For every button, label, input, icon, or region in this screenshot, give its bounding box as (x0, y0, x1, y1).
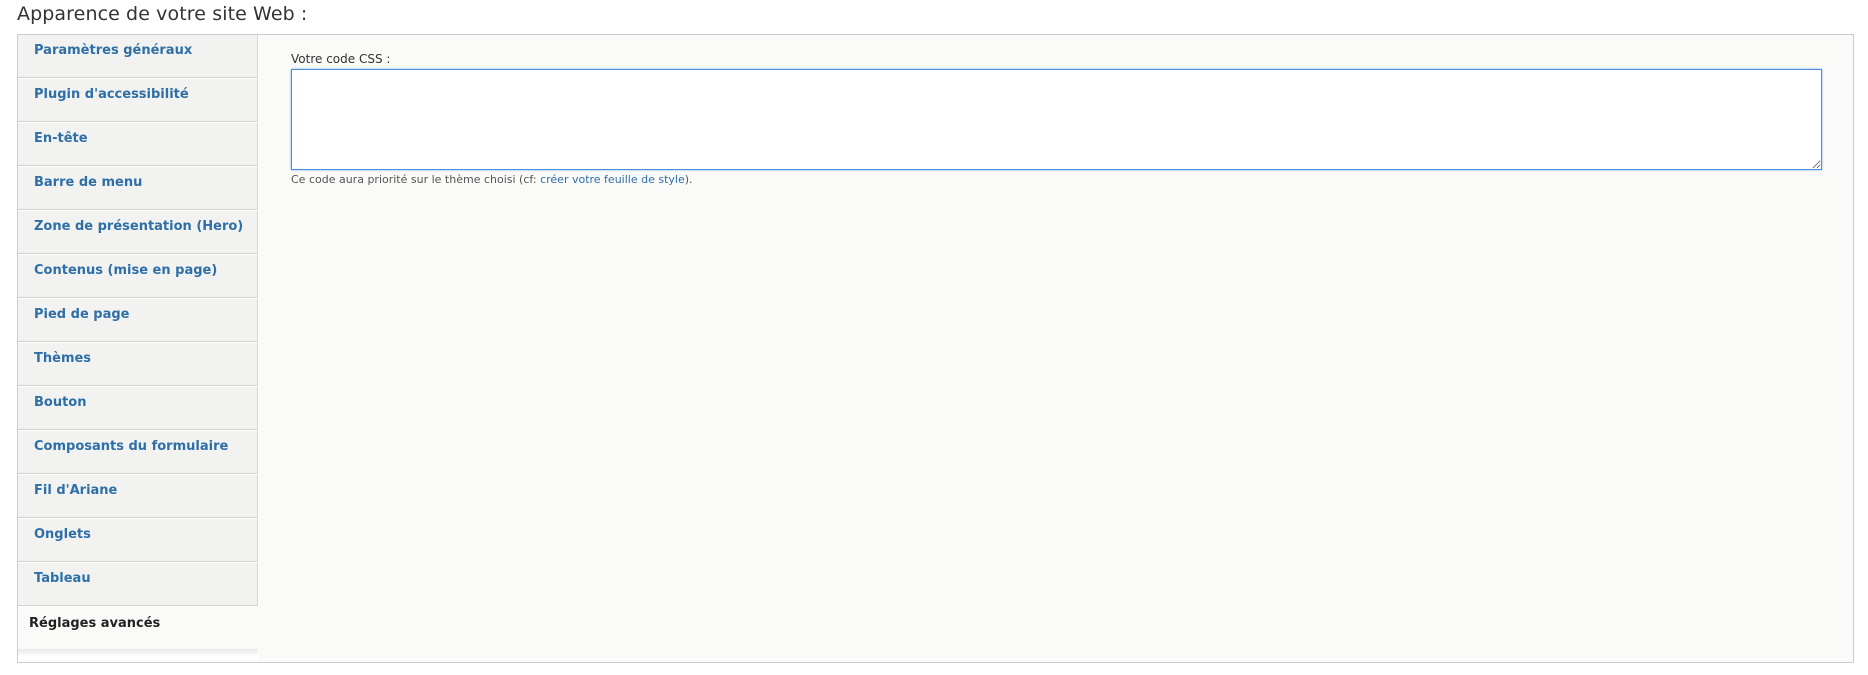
vtab-label: Composants du formulaire (34, 439, 229, 454)
settings-panel: Paramètres généraux Plugin d'accessibili… (17, 34, 1854, 663)
vtab-label: Tableau (34, 571, 91, 586)
css-help-suffix: ). (684, 173, 693, 186)
vtab-label: Bouton (34, 395, 87, 410)
vtab-en-tete[interactable]: En-tête (18, 123, 258, 166)
vtab-pied-de-page[interactable]: Pied de page (18, 299, 258, 342)
vtab-onglets[interactable]: Onglets (18, 519, 258, 562)
vtab-contenus-mise-en-page[interactable]: Contenus (mise en page) (18, 255, 258, 298)
page-title: Apparence de votre site Web : (17, 3, 308, 25)
create-stylesheet-link[interactable]: créer votre feuille de style (540, 173, 685, 186)
vtab-label: Barre de menu (34, 175, 143, 190)
vtabs-bottom-shadow (18, 649, 258, 656)
vtab-fil-ariane[interactable]: Fil d'Ariane (18, 475, 258, 518)
vtab-tableau[interactable]: Tableau (18, 563, 258, 606)
vtab-label: Paramètres généraux (34, 43, 193, 58)
vtab-zone-presentation-hero[interactable]: Zone de présentation (Hero) (18, 211, 258, 254)
vtab-bouton[interactable]: Bouton (18, 387, 258, 430)
vtab-barre-de-menu[interactable]: Barre de menu (18, 167, 258, 210)
vtab-label: Zone de présentation (Hero) (34, 219, 244, 234)
vtab-parametres-generaux[interactable]: Paramètres généraux (18, 35, 258, 78)
css-help-text: Ce code aura priorité sur le thème chois… (291, 173, 1839, 186)
vtab-composants-formulaire[interactable]: Composants du formulaire (18, 431, 258, 474)
css-code-label: Votre code CSS : (291, 52, 391, 66)
vtab-plugin-accessibilite[interactable]: Plugin d'accessibilité (18, 79, 258, 122)
vtab-label: En-tête (34, 131, 88, 146)
vtab-themes[interactable]: Thèmes (18, 343, 258, 386)
vtab-reglages-avances[interactable]: Réglages avancés (18, 607, 259, 650)
vtab-label: Fil d'Ariane (34, 483, 118, 498)
advanced-settings-pane: Votre code CSS : Ce code aura priorité s… (291, 52, 1839, 186)
css-help-prefix: Ce code aura priorité sur le thème chois… (291, 173, 541, 186)
vtab-label: Pied de page (34, 307, 130, 322)
vtab-label: Plugin d'accessibilité (34, 87, 189, 102)
vtab-label: Contenus (mise en page) (34, 263, 218, 278)
vertical-tabs: Paramètres généraux Plugin d'accessibili… (18, 35, 259, 662)
page: Apparence de votre site Web : Paramètres… (0, 0, 1868, 675)
vtab-label: Onglets (34, 527, 91, 542)
vtab-label: Réglages avancés (29, 616, 161, 631)
vtab-label: Thèmes (34, 351, 92, 366)
css-code-textarea[interactable] (291, 69, 1822, 170)
